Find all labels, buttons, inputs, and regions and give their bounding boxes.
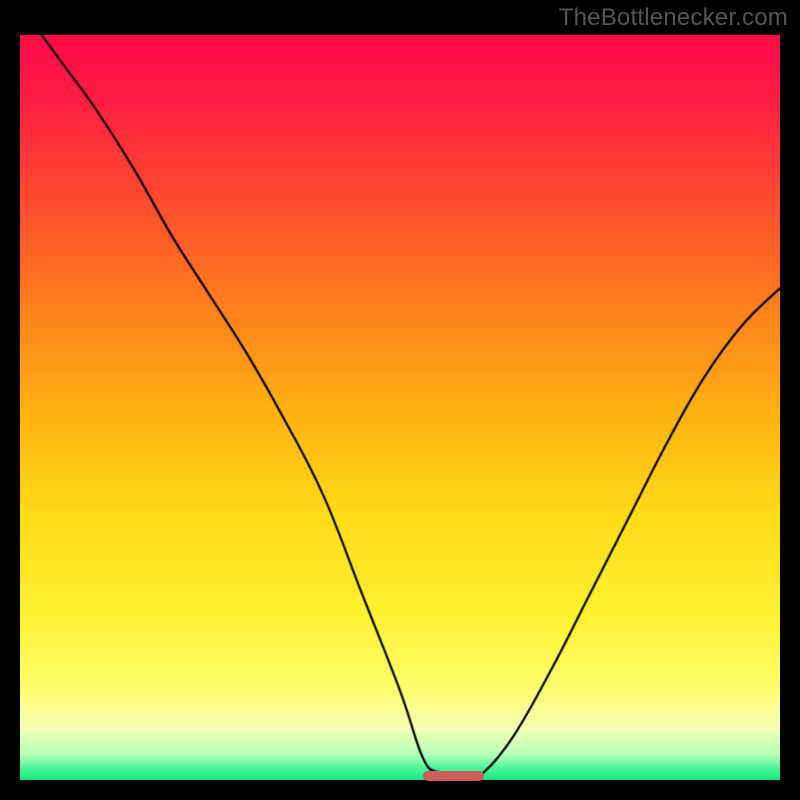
bottleneck-curve bbox=[20, 35, 780, 780]
chart-container: TheBottlenecker.com bbox=[0, 0, 800, 800]
attribution-label: TheBottlenecker.com bbox=[559, 4, 788, 32]
optimal-range-marker bbox=[423, 771, 484, 781]
plot-area bbox=[20, 35, 780, 780]
